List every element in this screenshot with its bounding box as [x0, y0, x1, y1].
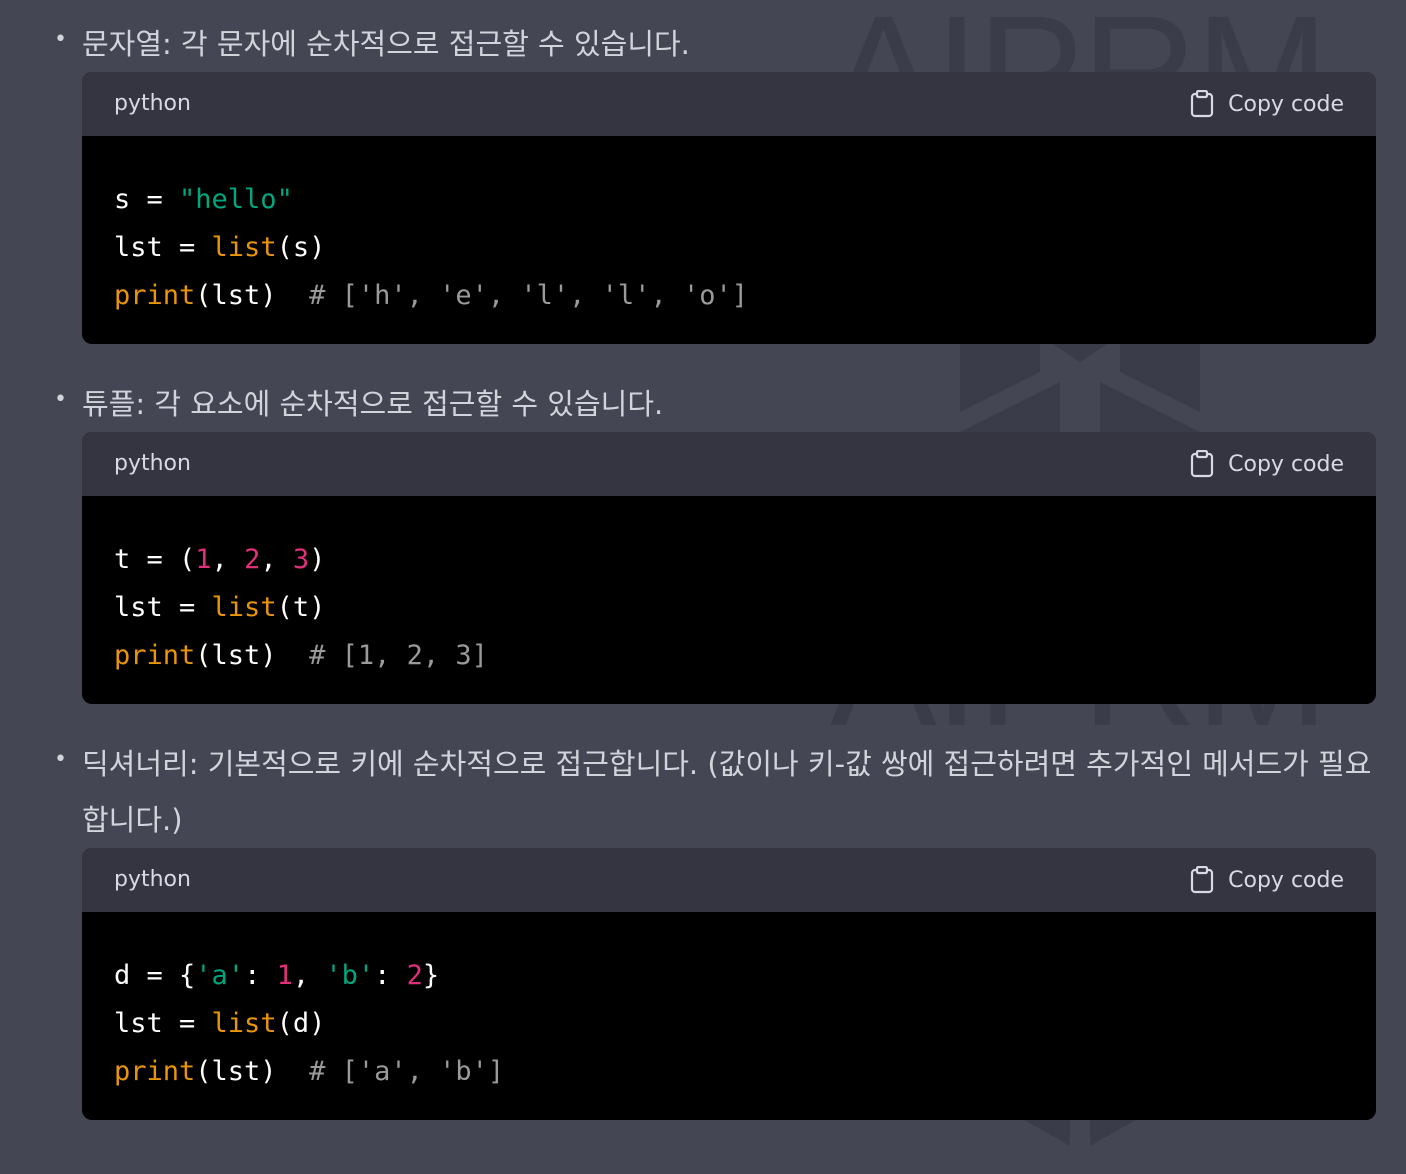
code-text: )	[309, 544, 326, 575]
code-text: t = (	[114, 544, 196, 575]
code-block-header: python Copy code	[82, 848, 1376, 912]
code-comment: # ['a', 'b']	[309, 1056, 505, 1087]
code-number: 2	[244, 544, 261, 575]
code-comment: # [1, 2, 3]	[309, 640, 488, 671]
code-line: print(lst) # ['h', 'e', 'l', 'l', 'o']	[114, 272, 1344, 320]
code-comment: # ['h', 'e', 'l', 'l', 'o']	[309, 280, 748, 311]
code-text: (d)	[276, 1008, 326, 1039]
code-block: python Copy code d = {'a': 1, 'b': 2} lst…	[82, 848, 1376, 1120]
code-body: d = {'a': 1, 'b': 2} lst = list(d) print(l…	[82, 912, 1376, 1096]
code-line: print(lst) # ['a', 'b']	[114, 1048, 1344, 1096]
code-line: t = (1, 2, 3)	[114, 536, 1344, 584]
code-line: s = "hello"	[114, 176, 1344, 224]
code-language-label: python	[114, 451, 191, 476]
code-line: print(lst) # [1, 2, 3]	[114, 632, 1344, 680]
code-text: (lst)	[195, 280, 310, 311]
code-text: lst =	[114, 592, 212, 623]
code-text: ,	[292, 960, 326, 991]
clipboard-icon	[1191, 450, 1214, 478]
code-number: 3	[292, 544, 310, 575]
list-item-text: 딕셔너리: 기본적으로 키에 순차적으로 접근합니다. (값이나 키-값 쌍에 …	[82, 747, 1372, 837]
code-function: list	[211, 232, 277, 263]
code-body: s = "hello" lst = list(s) print(lst) # ['h…	[82, 136, 1376, 320]
code-block-header: python Copy code	[82, 72, 1376, 136]
code-text: lst =	[114, 232, 212, 263]
code-function: print	[114, 1056, 196, 1087]
code-string: 'b'	[325, 960, 375, 991]
code-function: list	[211, 592, 277, 623]
code-text: ,	[260, 544, 293, 575]
code-text: s =	[114, 184, 180, 215]
bullet-icon: •	[54, 747, 67, 772]
code-block-header: python Copy code	[82, 432, 1376, 496]
copy-code-button[interactable]: Copy code	[1190, 432, 1344, 496]
code-text: lst =	[114, 1008, 212, 1039]
code-block: python Copy code s = "hello" lst = list(s…	[82, 72, 1376, 344]
copy-code-label: Copy code	[1228, 91, 1344, 117]
code-text: ,	[211, 544, 245, 575]
code-body: t = (1, 2, 3) lst = list(t) print(lst) # […	[82, 496, 1376, 680]
code-text: (lst)	[195, 1056, 310, 1087]
code-number: 1	[276, 960, 293, 991]
list-item-text: 문자열: 각 문자에 순차적으로 접근할 수 있습니다.	[82, 27, 690, 61]
code-number: 2	[406, 960, 423, 991]
code-function: print	[114, 640, 196, 671]
code-line: lst = list(s)	[114, 224, 1344, 272]
code-line: d = {'a': 1, 'b': 2}	[114, 952, 1344, 1000]
code-text: }	[422, 960, 440, 991]
code-number: 1	[195, 544, 212, 575]
code-function: list	[211, 1008, 277, 1039]
clipboard-icon	[1191, 866, 1214, 894]
copy-code-label: Copy code	[1228, 451, 1344, 477]
code-string: 'a'	[195, 960, 245, 991]
code-text: (t)	[276, 592, 326, 623]
code-line: lst = list(t)	[114, 584, 1344, 632]
code-text: :	[244, 960, 277, 991]
list-item-text: 튜플: 각 요소에 순차적으로 접근할 수 있습니다.	[82, 387, 664, 421]
clipboard-icon	[1191, 90, 1214, 118]
bullet-icon: •	[54, 27, 67, 52]
copy-code-label: Copy code	[1228, 867, 1344, 893]
code-text: (s)	[276, 232, 326, 263]
bullet-icon: •	[54, 387, 67, 412]
code-block: python Copy code t = (1, 2, 3) lst = list…	[82, 432, 1376, 704]
code-string: "hello"	[179, 184, 293, 215]
code-text: (lst)	[195, 640, 310, 671]
copy-code-button[interactable]: Copy code	[1190, 848, 1344, 912]
code-text: d = {	[114, 960, 196, 991]
copy-code-button[interactable]: Copy code	[1190, 72, 1344, 136]
code-language-label: python	[114, 867, 191, 892]
code-language-label: python	[114, 91, 191, 116]
code-function: print	[114, 280, 196, 311]
code-text: :	[374, 960, 407, 991]
code-line: lst = list(d)	[114, 1000, 1344, 1048]
